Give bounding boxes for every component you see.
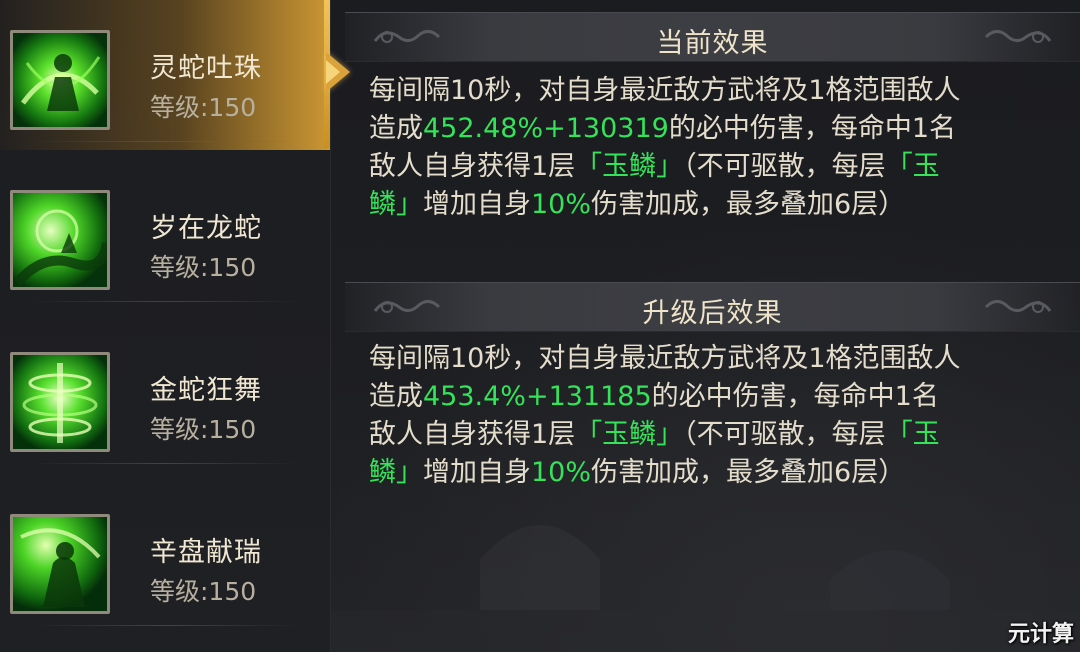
effect-line-2: 造成453.4%+131185的必中伤害，每命中1名 xyxy=(369,381,939,412)
effect-line-3: 敌人自身获得1层「玉鳞」（不可驱散，每层「玉 xyxy=(369,151,940,182)
skill-level: 等级:150 xyxy=(150,415,257,444)
buff-name: 「玉鳞」 xyxy=(575,151,684,182)
selection-arrow-inner xyxy=(326,60,340,84)
skill-level: 等级:150 xyxy=(150,93,257,122)
upgrade-effect-header: 升级后效果 xyxy=(345,282,1080,332)
upgrade-effect-description: 每间隔10秒，对自身最近敌方武将及1格范围敌人 造成453.4%+131185的… xyxy=(369,340,1069,492)
effect-line-3: 敌人自身获得1层「玉鳞」（不可驱散，每层「玉 xyxy=(369,419,940,450)
buff-name: 「玉鳞」 xyxy=(575,419,684,450)
cloud-ornament-icon xyxy=(984,300,1052,313)
effect-line-2: 造成452.48%+130319的必中伤害，每命中1名 xyxy=(369,113,957,144)
skill-list: 灵蛇吐珠 等级:150 岁在龙蛇 等级:150 金蛇狂舞 等级:150 辛盘献瑞… xyxy=(0,0,331,652)
bonus-percent: 10% xyxy=(531,457,592,488)
buff-name-part: 「玉 xyxy=(885,419,940,450)
cloud-ornament-icon xyxy=(984,30,1052,43)
current-effect-description: 每间隔10秒，对自身最近敌方武将及1格范围敌人 造成452.48%+130319… xyxy=(369,72,1069,224)
skill-item-1[interactable]: 灵蛇吐珠 等级:150 xyxy=(0,0,330,150)
skill-level: 等级:150 xyxy=(150,253,257,282)
current-effect-header: 当前效果 xyxy=(345,12,1080,62)
buff-name-part: 鳞」 xyxy=(369,457,423,488)
damage-value: 453.4%+131185 xyxy=(423,381,652,412)
skill-name: 辛盘献瑞 xyxy=(150,537,262,568)
effect-line-1: 每间隔10秒，对自身最近敌方武将及1格范围敌人 xyxy=(369,75,961,106)
buff-name-part: 「玉 xyxy=(885,151,940,182)
watermark: 元计算 xyxy=(1007,622,1074,647)
buff-name-part: 鳞」 xyxy=(369,189,423,220)
green-auspicious-offering-icon xyxy=(10,514,110,614)
effect-panel: 当前效果 每间隔10秒，对自身最近敌方武将及1格范围敌人 造成452.48%+1… xyxy=(345,0,1080,652)
bonus-percent: 10% xyxy=(531,189,592,220)
effect-line-4: 鳞」增加自身10%伤害加成，最多叠加6层） xyxy=(369,457,906,488)
skill-item-2[interactable]: 岁在龙蛇 等级:150 xyxy=(0,160,330,310)
skill-name: 岁在龙蛇 xyxy=(150,213,262,244)
effect-line-1: 每间隔10秒，对自身最近敌方武将及1格范围敌人 xyxy=(369,343,961,374)
effect-line-4: 鳞」增加自身10%伤害加成，最多叠加6层） xyxy=(369,189,906,220)
green-dragon-serpent-icon xyxy=(10,190,110,290)
green-serpent-orb-icon xyxy=(10,30,110,130)
green-serpent-dance-icon xyxy=(10,352,110,452)
skill-level: 等级:150 xyxy=(150,577,257,606)
skill-name: 金蛇狂舞 xyxy=(150,375,262,406)
skill-item-4[interactable]: 辛盘献瑞 等级:150 xyxy=(0,484,330,634)
skill-item-3[interactable]: 金蛇狂舞 等级:150 xyxy=(0,322,330,472)
damage-value: 452.48%+130319 xyxy=(423,113,669,144)
skill-name: 灵蛇吐珠 xyxy=(150,53,262,84)
